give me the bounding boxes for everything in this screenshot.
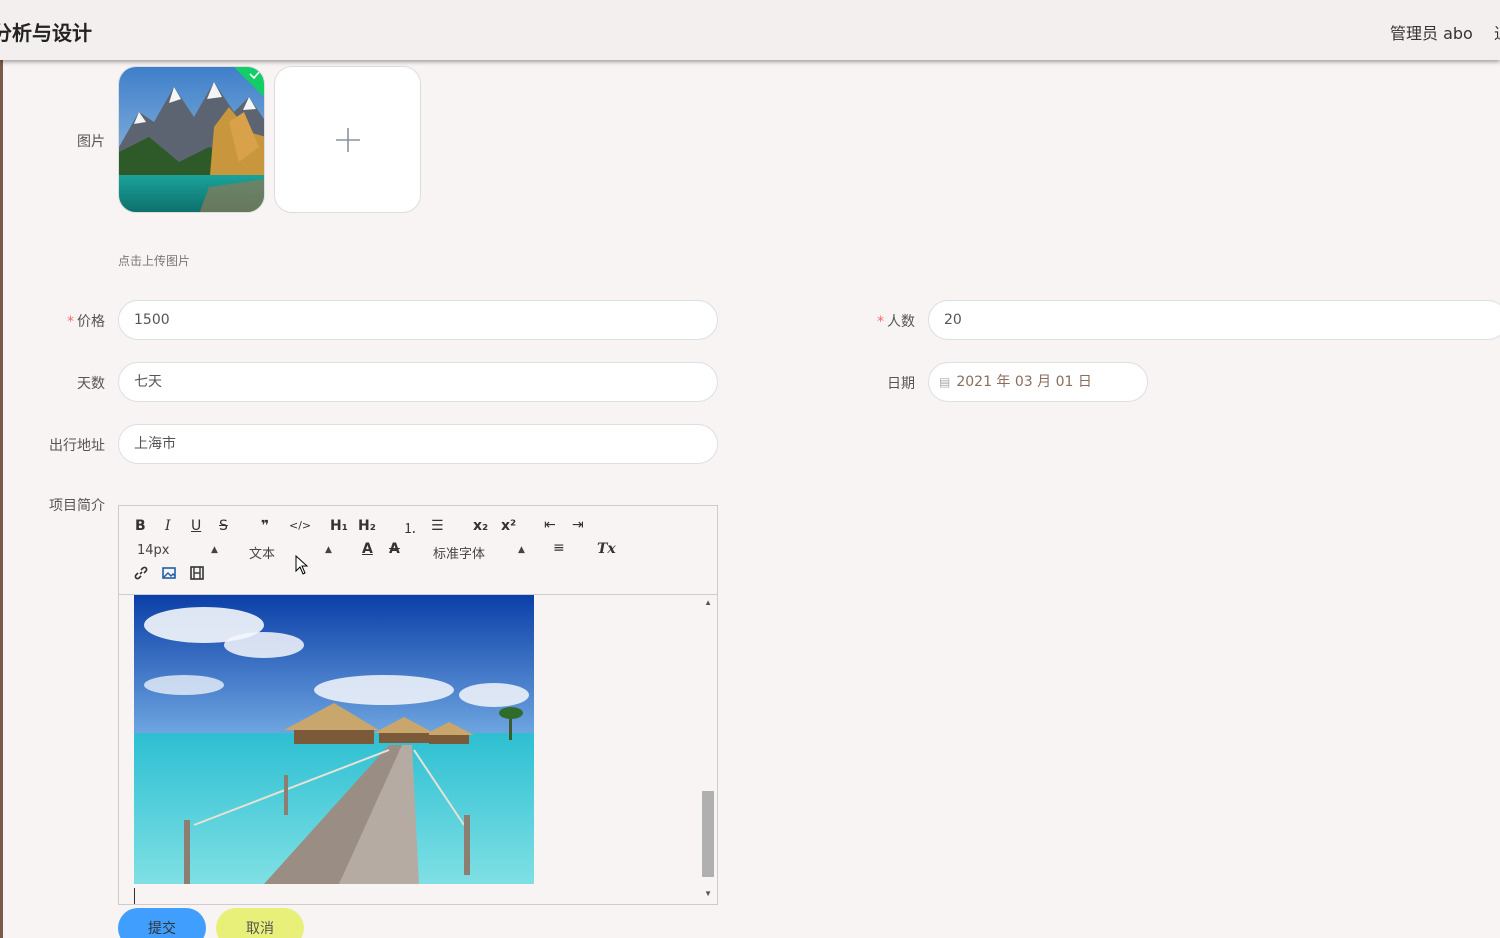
bullet-list-button[interactable]: ☰ [431, 518, 444, 534]
code-block-button[interactable]: </> [289, 519, 311, 532]
image-icon[interactable] [162, 566, 176, 584]
people-label: * 人数 [853, 311, 915, 331]
main-content: 图片 点击上传图片 * 价格 1500 * 人数 20 天数 七天 日期 ▤ 2… [3, 60, 1500, 938]
days-label: 天数 [77, 376, 105, 392]
outdent-button[interactable]: ⇤ [544, 517, 556, 533]
link-icon[interactable] [134, 566, 148, 584]
indent-button[interactable]: ⇥ [572, 517, 584, 533]
editor-content[interactable]: ▲ ▼ [119, 595, 717, 904]
clean-format-button[interactable]: Tx [597, 541, 616, 557]
app-title: 分析与设计 [0, 21, 92, 45]
underline-button[interactable]: U [191, 518, 201, 534]
date-label: 日期 [887, 376, 915, 392]
top-bar: 分析与设计 管理员 abo 退 [0, 0, 1500, 60]
scroll-up-arrow-icon[interactable]: ▲ [704, 598, 712, 607]
submit-button[interactable]: 提交 [118, 908, 206, 938]
days-input[interactable]: 七天 [118, 362, 718, 402]
align-button[interactable]: ≡ [553, 540, 565, 556]
blockquote-button[interactable]: ❞ [261, 518, 269, 534]
background-color-button[interactable]: A [389, 541, 400, 557]
cancel-button[interactable]: 取消 [216, 908, 304, 938]
upload-tip: 点击上传图片 [118, 254, 191, 268]
date-picker[interactable]: ▤ 2021 年 03 月 01 日 [928, 362, 1148, 402]
people-input[interactable]: 20 [928, 300, 1500, 340]
font-family-select-arrow-icon[interactable]: ▲ [518, 545, 525, 555]
image-label: 图片 [77, 134, 105, 150]
logout-link[interactable]: 退 [1494, 20, 1500, 44]
font-size-select-arrow-icon[interactable]: ▲ [211, 545, 218, 555]
italic-button[interactable]: I [165, 518, 171, 534]
bold-button[interactable]: B [135, 518, 146, 534]
required-mark: * [67, 314, 74, 330]
price-label: * 价格 [43, 311, 105, 331]
rich-text-editor: B I U S ❞ </> H₁ H₂ ⒈ ☰ x₂ x² ⇤ ⇥ 14px ▲… [118, 505, 718, 905]
address-input[interactable]: 上海市 [118, 424, 718, 464]
scroll-down-arrow-icon[interactable]: ▼ [704, 889, 712, 898]
price-label-text: 价格 [77, 314, 105, 330]
h2-button[interactable]: H₂ [358, 518, 376, 534]
h1-button[interactable]: H₁ [330, 518, 348, 534]
required-mark: * [877, 314, 884, 330]
people-label-text: 人数 [887, 314, 915, 330]
font-family-select[interactable]: 标准字体 [433, 543, 485, 562]
text-caret [134, 888, 135, 904]
font-size-select[interactable]: 14px [137, 543, 170, 558]
user-menu[interactable]: 管理员 abo [1390, 20, 1473, 44]
header-select[interactable]: 文本 [249, 543, 275, 562]
date-value: 2021 年 03 月 01 日 [956, 374, 1092, 390]
uploaded-image-thumbnail[interactable] [118, 66, 265, 213]
header-select-arrow-icon[interactable]: ▲ [325, 545, 332, 555]
intro-label: 项目简介 [49, 498, 105, 514]
address-label: 出行地址 [49, 438, 105, 454]
mouse-cursor-icon [295, 555, 309, 575]
video-icon[interactable] [190, 566, 204, 584]
price-input[interactable]: 1500 [118, 300, 718, 340]
font-color-button[interactable]: A [362, 541, 373, 557]
upload-success-icon [234, 67, 264, 97]
calendar-icon: ▤ [939, 375, 951, 389]
subscript-button[interactable]: x₂ [473, 518, 488, 534]
plus-icon [335, 127, 360, 152]
strike-button[interactable]: S [219, 518, 228, 534]
image-upload-button[interactable] [274, 66, 421, 213]
editor-scrollbar-thumb[interactable] [702, 791, 714, 877]
superscript-button[interactable]: x² [501, 518, 516, 534]
editor-toolbar: B I U S ❞ </> H₁ H₂ ⒈ ☰ x₂ x² ⇤ ⇥ 14px ▲… [119, 506, 717, 595]
beach-bungalow-image[interactable] [134, 595, 534, 884]
ordered-list-button[interactable]: ⒈ [403, 518, 417, 538]
